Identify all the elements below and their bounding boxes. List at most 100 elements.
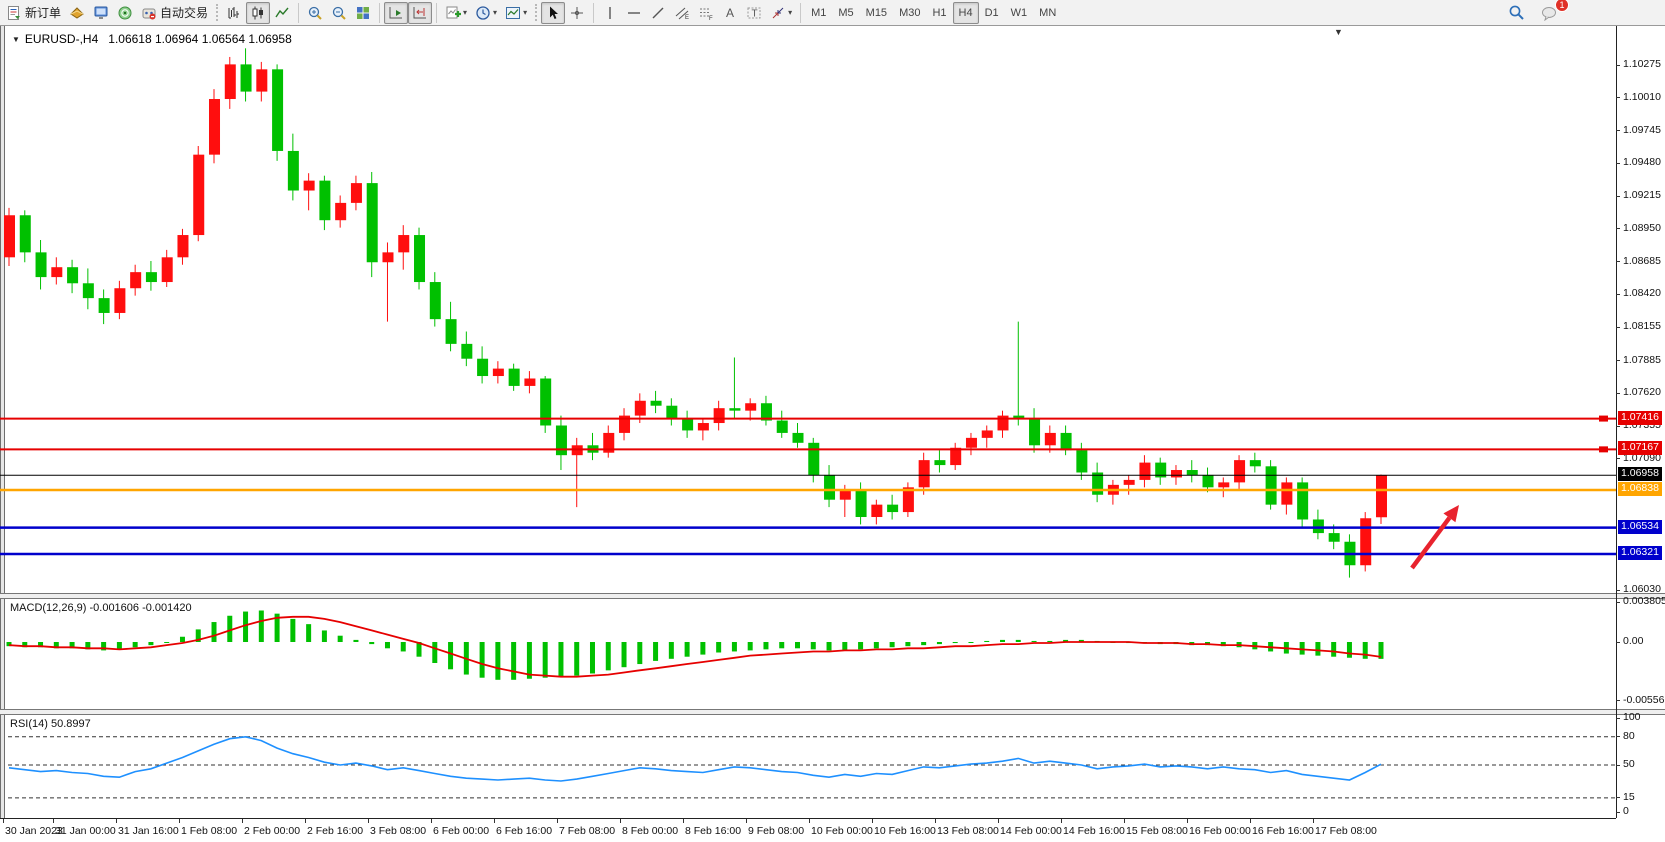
search-button[interactable] [1504,2,1529,24]
candle [193,155,204,235]
time-tick-label: 8 Feb 16:00 [685,825,741,837]
horizontal-line-button[interactable] [622,2,646,24]
rsi-chart[interactable] [0,715,1616,818]
candlestick-chart-button[interactable] [246,2,270,24]
profiles-button[interactable] [65,2,89,24]
templates-button[interactable]: ▾ [501,2,531,24]
candle [1313,519,1324,533]
rsi-tick-mark [1616,812,1620,813]
zoom-in-button[interactable] [303,2,327,24]
cursor-button[interactable] [541,2,565,24]
timeframe-m1[interactable]: M1 [805,2,832,24]
time-tick-mark [53,819,54,823]
macd-histogram-bar [953,642,958,643]
crosshair-button[interactable] [565,2,589,24]
text-button[interactable]: A [718,2,742,24]
macd-histogram-bar [606,642,611,670]
svg-text:E: E [685,15,689,21]
candle [919,460,930,487]
macd-histogram-bar [543,642,548,678]
macd-histogram-bar [1363,642,1368,659]
rsi-value: 50.8997 [51,718,91,730]
candle [966,438,977,448]
equidistant-channel-icon: E [674,5,690,21]
profiles-icon [69,5,85,21]
trend-arrow-annotation[interactable] [1412,518,1449,568]
vertical-line-button[interactable] [598,2,622,24]
timeframe-m15[interactable]: M15 [860,2,893,24]
candle [793,433,804,443]
chart-dropdown-icon[interactable]: ▼ [12,35,20,44]
time-axis[interactable]: 30 Jan 202331 Jan 00:0031 Jan 16:001 Feb… [0,818,1616,842]
timeframe-w1[interactable]: W1 [1005,2,1034,24]
timeframe-m5[interactable]: M5 [832,2,859,24]
time-tick-label: 16 Feb 16:00 [1252,825,1314,837]
shapes-button[interactable]: ▾ [766,2,796,24]
bar-chart-icon [226,5,242,21]
toolbar-drag-handle[interactable] [535,4,537,21]
timeframe-mn[interactable]: MN [1033,2,1062,24]
auto-scroll-button[interactable] [384,2,408,24]
macd-histogram-bar [322,630,327,642]
time-tick-mark [494,819,495,823]
macd-histogram-bar [968,642,973,643]
candle [1139,463,1150,480]
price-tick-mark [1616,590,1620,591]
toolbar-drag-handle[interactable] [216,4,218,21]
candle [1360,518,1371,565]
equidistant-channel-button[interactable]: E [670,2,694,24]
zoom-out-button[interactable] [327,2,351,24]
line-handle[interactable] [1599,416,1608,422]
macd-chart[interactable] [0,599,1616,709]
timeframe-h4[interactable]: H4 [953,2,979,24]
price-axis[interactable]: 1.102751.100101.097451.094801.092151.089… [1616,26,1665,818]
timeframe-h1[interactable]: H1 [926,2,952,24]
new-chart-icon [445,5,461,21]
zoom-out-icon [331,5,347,21]
price-tick-mark [1616,327,1620,328]
candle [83,283,94,298]
dropdown-caret-icon: ▾ [493,8,497,17]
rsi-tick-label: 100 [1623,711,1641,723]
price-chart[interactable] [0,26,1616,593]
new-order-button[interactable]: 新订单 [2,2,65,24]
period-button[interactable]: ▾ [471,2,501,24]
text-label-button[interactable]: T [742,2,766,24]
candle [1250,460,1261,466]
signals-icon [117,5,133,21]
toolbar-right-icons: 1 [1504,2,1563,24]
timeframe-d1[interactable]: D1 [979,2,1005,24]
candle [351,183,362,203]
time-tick-mark [1124,819,1125,823]
macd-histogram-bar [1000,640,1005,642]
rsi-tick-mark [1616,736,1620,737]
fibonacci-button[interactable]: F [694,2,718,24]
bar-chart-button[interactable] [222,2,246,24]
macd-histogram-bar [795,642,800,648]
price-line-label: 1.06838 [1618,482,1662,496]
price-tick-mark [1616,228,1620,229]
notifications-button[interactable]: 1 [1537,2,1563,24]
auto-trading-button[interactable]: 自动交易 [137,2,212,24]
candle [114,288,125,313]
time-tick-label: 15 Feb 08:00 [1126,825,1188,837]
trendline-button[interactable] [646,2,670,24]
new-chart-button[interactable]: ▾ [441,2,471,24]
tile-windows-button[interactable] [351,2,375,24]
candle [177,235,188,257]
candle [335,203,346,220]
price-tick-label: 1.07620 [1623,386,1661,398]
time-tick-label: 3 Feb 08:00 [370,825,426,837]
macd-histogram-bar [1315,642,1320,656]
toolbar: 新订单 自动交易 ▾ ▾ [0,0,1665,26]
signals-button[interactable] [113,2,137,24]
time-tick-label: 13 Feb 08:00 [937,825,999,837]
candle [524,379,535,386]
line-handle[interactable] [1599,446,1608,452]
dropdown-caret-icon: ▾ [788,8,792,17]
chart-shift-button[interactable] [408,2,432,24]
line-chart-button[interactable] [270,2,294,24]
shift-marker-icon[interactable]: ▼ [1334,27,1343,37]
timeframe-m30[interactable]: M30 [893,2,926,24]
market-watch-button[interactable] [89,2,113,24]
